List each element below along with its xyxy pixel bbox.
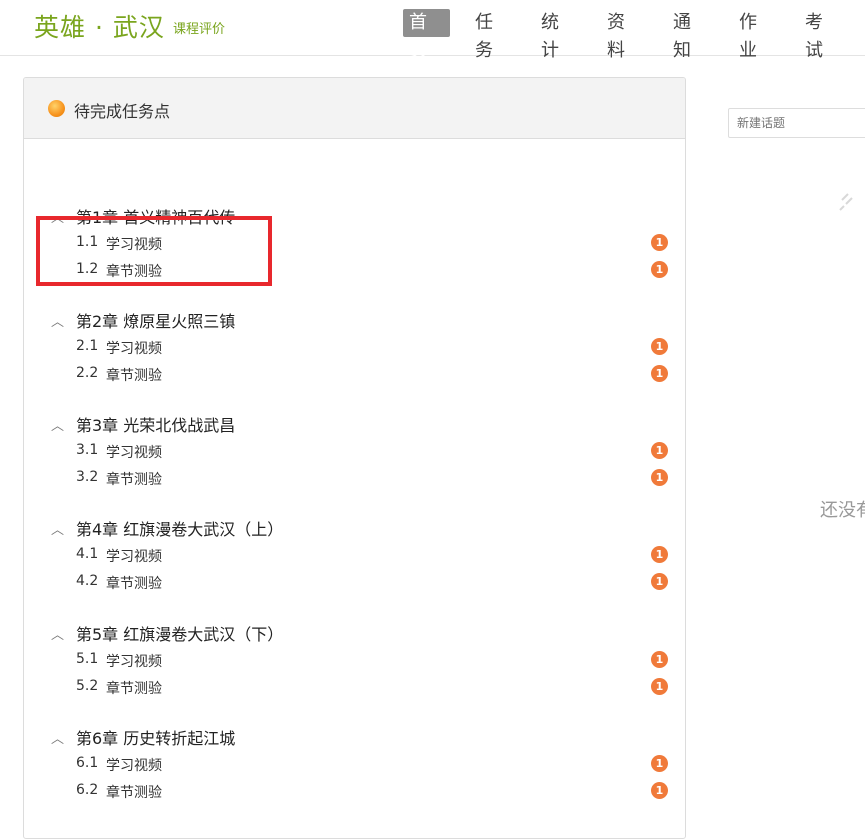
task-number: 1.2 [76,261,99,277]
nav-exams[interactable]: 考试 [799,9,846,61]
task-number: 4.2 [76,573,99,589]
task-item[interactable]: 5.2 章节测验 1 [24,672,685,699]
new-topic-input[interactable] [728,108,865,138]
panel-header: 待完成任务点 [24,78,685,139]
task-number: 6.1 [76,755,99,771]
chapter-6: ︿ 第6章 历史转折起江城 6.1 学习视频 1 6.2 章节测验 1 [24,725,685,803]
pending-count-badge: 1 [651,234,668,251]
nav-home[interactable]: 首页 [403,9,450,61]
collapse-caret-icon[interactable]: ︿ [51,519,64,538]
chapter-header[interactable]: ︿ 第6章 历史转折起江城 [24,725,685,749]
task-number: 4.1 [76,546,99,562]
nav-tasks[interactable]: 任务 [469,9,516,61]
top-header: 英雄 · 武汉 课程评价 首页 任务 统计 资料 通知 作业 考试 [0,0,865,61]
task-item[interactable]: 2.1 学习视频 1 [24,332,685,359]
collapse-caret-icon[interactable]: ︿ [51,311,64,330]
empty-state-text: 还没有 [820,500,865,521]
task-label[interactable]: 学习视频 [106,234,162,254]
task-label[interactable]: 章节测验 [106,782,162,802]
chapter-1: ︿ 第1章 首义精神百代传 1.1 学习视频 1 1.2 章节测验 1 [24,204,685,282]
empty-state-icon [838,190,865,220]
chapter-header[interactable]: ︿ 第4章 红旗漫卷大武汉（上） [24,516,685,540]
task-item[interactable]: 6.1 学习视频 1 [24,749,685,776]
task-number: 1.1 [76,234,99,250]
task-label[interactable]: 章节测验 [106,365,162,385]
task-item[interactable]: 2.2 章节测验 1 [24,359,685,386]
pending-count-badge: 1 [651,338,668,355]
task-label[interactable]: 学习视频 [106,651,162,671]
task-label[interactable]: 章节测验 [106,261,162,281]
task-item[interactable]: 3.2 章节测验 1 [24,463,685,490]
orange-dot-icon [48,100,65,117]
chapter-header[interactable]: ︿ 第2章 燎原星火照三镇 [24,308,685,332]
nav-statistics[interactable]: 统计 [535,9,582,61]
collapse-caret-icon[interactable]: ︿ [51,207,64,226]
chapter-header[interactable]: ︿ 第1章 首义精神百代传 [24,204,685,228]
chapter-title[interactable]: 第4章 红旗漫卷大武汉（上） [76,516,283,540]
task-number: 2.2 [76,365,99,381]
task-number: 3.1 [76,442,99,458]
chapter-5: ︿ 第5章 红旗漫卷大武汉（下） 5.1 学习视频 1 5.2 章节测验 1 [24,621,685,699]
task-item[interactable]: 1.1 学习视频 1 [24,228,685,255]
pending-count-badge: 1 [651,678,668,695]
pending-count-badge: 1 [651,573,668,590]
pending-count-badge: 1 [651,546,668,563]
main-nav: 首页 任务 统计 资料 通知 作业 考试 [403,9,865,61]
pending-count-badge: 1 [651,442,668,459]
chapter-title[interactable]: 第5章 红旗漫卷大武汉（下） [76,621,283,645]
task-item[interactable]: 4.1 学习视频 1 [24,540,685,567]
course-logo[interactable]: 英雄 · 武汉 [34,8,165,44]
chapter-2: ︿ 第2章 燎原星火照三镇 2.1 学习视频 1 2.2 章节测验 1 [24,308,685,386]
task-label[interactable]: 学习视频 [106,338,162,358]
task-number: 2.1 [76,338,99,354]
task-item[interactable]: 3.1 学习视频 1 [24,436,685,463]
task-item[interactable]: 4.2 章节测验 1 [24,567,685,594]
task-label[interactable]: 学习视频 [106,755,162,775]
pending-count-badge: 1 [651,261,668,278]
pending-count-badge: 1 [651,755,668,772]
chapter-title[interactable]: 第2章 燎原星火照三镇 [76,308,235,332]
chapter-3: ︿ 第3章 光荣北伐战武昌 3.1 学习视频 1 3.2 章节测验 1 [24,412,685,490]
nav-notifications[interactable]: 通知 [667,9,714,61]
chapter-title[interactable]: 第3章 光荣北伐战武昌 [76,412,235,436]
course-evaluation-link[interactable]: 课程评价 [173,18,225,37]
chapter-title[interactable]: 第6章 历史转折起江城 [76,725,235,749]
nav-homework[interactable]: 作业 [733,9,780,61]
collapse-caret-icon[interactable]: ︿ [51,415,64,434]
chapter-title[interactable]: 第1章 首义精神百代传 [76,204,235,228]
task-label[interactable]: 学习视频 [106,442,162,462]
pending-count-badge: 1 [651,469,668,486]
task-item[interactable]: 5.1 学习视频 1 [24,645,685,672]
task-number: 5.1 [76,651,99,667]
task-label[interactable]: 章节测验 [106,573,162,593]
task-label[interactable]: 章节测验 [106,678,162,698]
pending-count-badge: 1 [651,651,668,668]
task-label[interactable]: 章节测验 [106,469,162,489]
task-number: 3.2 [76,469,99,485]
task-label[interactable]: 学习视频 [106,546,162,566]
pending-count-badge: 1 [651,782,668,799]
task-number: 5.2 [76,678,99,694]
nav-materials[interactable]: 资料 [601,9,648,61]
collapse-caret-icon[interactable]: ︿ [51,728,64,747]
task-item[interactable]: 1.2 章节测验 1 [24,255,685,282]
pending-count-badge: 1 [651,365,668,382]
chapter-header[interactable]: ︿ 第5章 红旗漫卷大武汉（下） [24,621,685,645]
task-number: 6.2 [76,782,99,798]
pending-tasks-panel: 待完成任务点 ︿ 第1章 首义精神百代传 1.1 学习视频 1 1.2 章节测验… [23,77,686,839]
collapse-caret-icon[interactable]: ︿ [51,624,64,643]
panel-title: 待完成任务点 [74,102,171,121]
chapter-header[interactable]: ︿ 第3章 光荣北伐战武昌 [24,412,685,436]
chapter-4: ︿ 第4章 红旗漫卷大武汉（上） 4.1 学习视频 1 4.2 章节测验 1 [24,516,685,594]
task-item[interactable]: 6.2 章节测验 1 [24,776,685,803]
